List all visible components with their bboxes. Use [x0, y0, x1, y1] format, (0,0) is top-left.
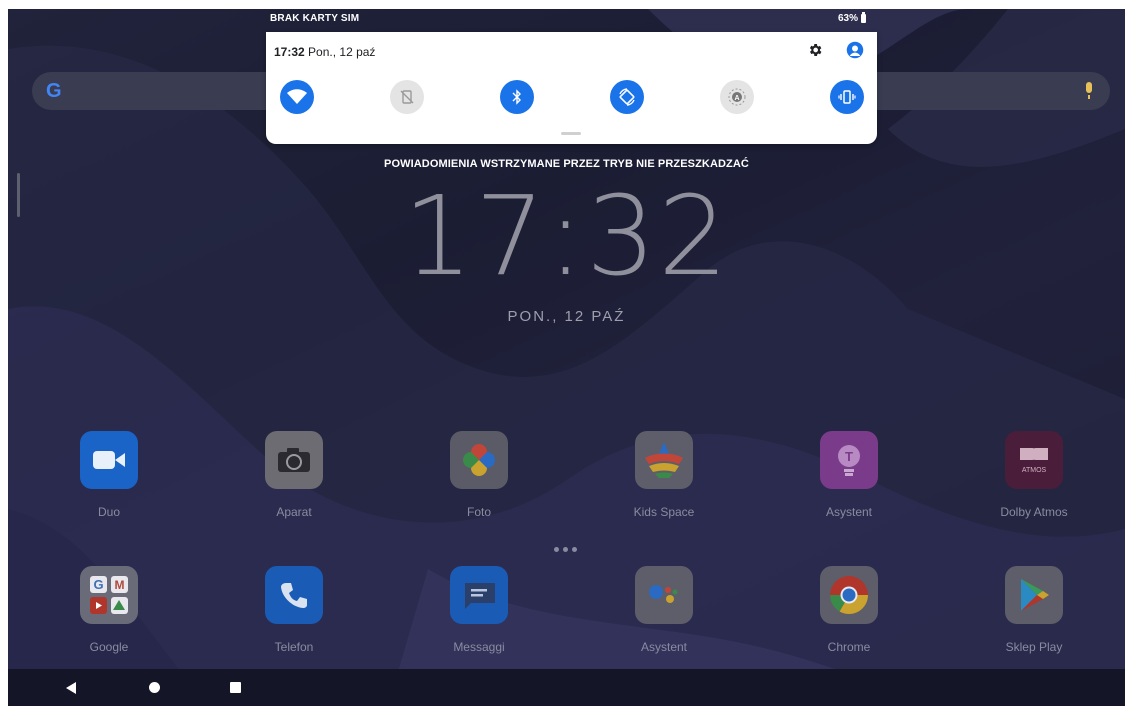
rotate-icon [619, 88, 635, 106]
recents-icon[interactable] [230, 682, 241, 693]
no-sim-icon [400, 90, 414, 104]
bluetooth-tile[interactable] [500, 80, 534, 114]
app-label: Sklep Play [1005, 640, 1063, 654]
app-aparat[interactable]: Aparat [224, 431, 364, 519]
battery-percent: 63% [838, 13, 859, 24]
app-asystent-bulb[interactable]: T Asystent [779, 431, 919, 519]
home-screen: BRAK KARTY SIM 63% G 17:32 Pon., 12 paź [8, 9, 1125, 706]
battery-icon [861, 12, 867, 23]
svg-text:A: A [734, 95, 739, 102]
clock-date: PON., 12 PAŹ [507, 308, 626, 325]
big-clock: 17:32 [402, 172, 730, 300]
qs-time: 17:32 [274, 45, 305, 59]
app-dolby-atmos[interactable]: ATMOS Dolby Atmos [964, 431, 1104, 519]
app-label: Dolby Atmos [1000, 505, 1068, 519]
mobile-data-tile[interactable] [390, 80, 424, 114]
phone-icon [265, 566, 323, 624]
user-account-icon[interactable] [846, 41, 864, 59]
assistant-bulb-icon: T [820, 431, 878, 489]
app-telefon[interactable]: Telefon [224, 566, 364, 654]
mic-icon[interactable] [1086, 82, 1092, 99]
auto-brightness-tile[interactable]: A [720, 80, 754, 114]
app-duo[interactable]: Duo [39, 431, 179, 519]
app-sklep-play[interactable]: Sklep Play [964, 566, 1104, 654]
duo-icon [80, 431, 138, 489]
back-icon[interactable] [66, 682, 76, 694]
vibrate-icon [838, 90, 856, 104]
camera-icon [265, 431, 323, 489]
kids-space-icon [635, 431, 693, 489]
dolby-atmos-icon: ATMOS [1005, 431, 1063, 489]
dnd-notice: POWIADOMIENIA WSTRZYMANE PRZEZ TRYB NIE … [384, 158, 749, 170]
google-assistant-icon [635, 566, 693, 624]
messages-icon [450, 566, 508, 624]
google-logo-icon: G [46, 80, 62, 102]
wifi-tile[interactable] [280, 80, 314, 114]
panel-drag-handle[interactable] [561, 132, 581, 135]
quick-tiles: A [280, 80, 870, 116]
home-icon[interactable] [149, 682, 160, 693]
auto-rotate-tile[interactable] [610, 80, 644, 114]
page-indicator[interactable] [554, 547, 577, 552]
qs-datetime: 17:32 Pon., 12 paź [274, 45, 375, 59]
app-label: Aparat [276, 505, 312, 519]
app-label: Kids Space [633, 505, 695, 519]
brightness-icon: A [728, 88, 746, 106]
app-label: Chrome [827, 640, 871, 654]
photos-icon [450, 431, 508, 489]
status-bar: BRAK KARTY SIM 63% [8, 9, 1125, 31]
app-label: Telefon [274, 640, 314, 654]
app-label: Asystent [825, 505, 873, 519]
app-kids-space[interactable]: Kids Space [594, 431, 734, 519]
app-label: Asystent [640, 640, 688, 654]
svg-text:T: T [845, 449, 853, 464]
sim-status: BRAK KARTY SIM [270, 13, 360, 24]
chrome-icon [820, 566, 878, 624]
svg-text:M: M [115, 578, 125, 592]
app-google-folder[interactable]: GM Google [39, 566, 179, 654]
dolby-icon-text: ATMOS [1022, 467, 1047, 474]
app-label: Messaggi [453, 640, 505, 654]
navigation-bar [8, 669, 1125, 706]
app-asystent-google[interactable]: Asystent [594, 566, 734, 654]
app-messaggi[interactable]: Messaggi [409, 566, 549, 654]
quick-settings-panel: 17:32 Pon., 12 paź A [266, 32, 877, 144]
app-foto[interactable]: Foto [409, 431, 549, 519]
play-store-icon [1005, 566, 1063, 624]
wifi-icon [287, 89, 307, 104]
google-folder-icon: GM [80, 566, 138, 624]
battery-status: 63% [838, 12, 867, 24]
app-label: Foto [466, 505, 491, 519]
svg-text:G: G [93, 577, 103, 592]
bluetooth-icon [512, 89, 521, 105]
vibrate-tile[interactable] [830, 80, 864, 114]
app-label: Google [89, 640, 129, 654]
app-chrome[interactable]: Chrome [779, 566, 919, 654]
gear-icon[interactable] [807, 42, 823, 58]
app-label: Duo [97, 505, 120, 519]
qs-date: Pon., 12 paź [308, 45, 376, 59]
